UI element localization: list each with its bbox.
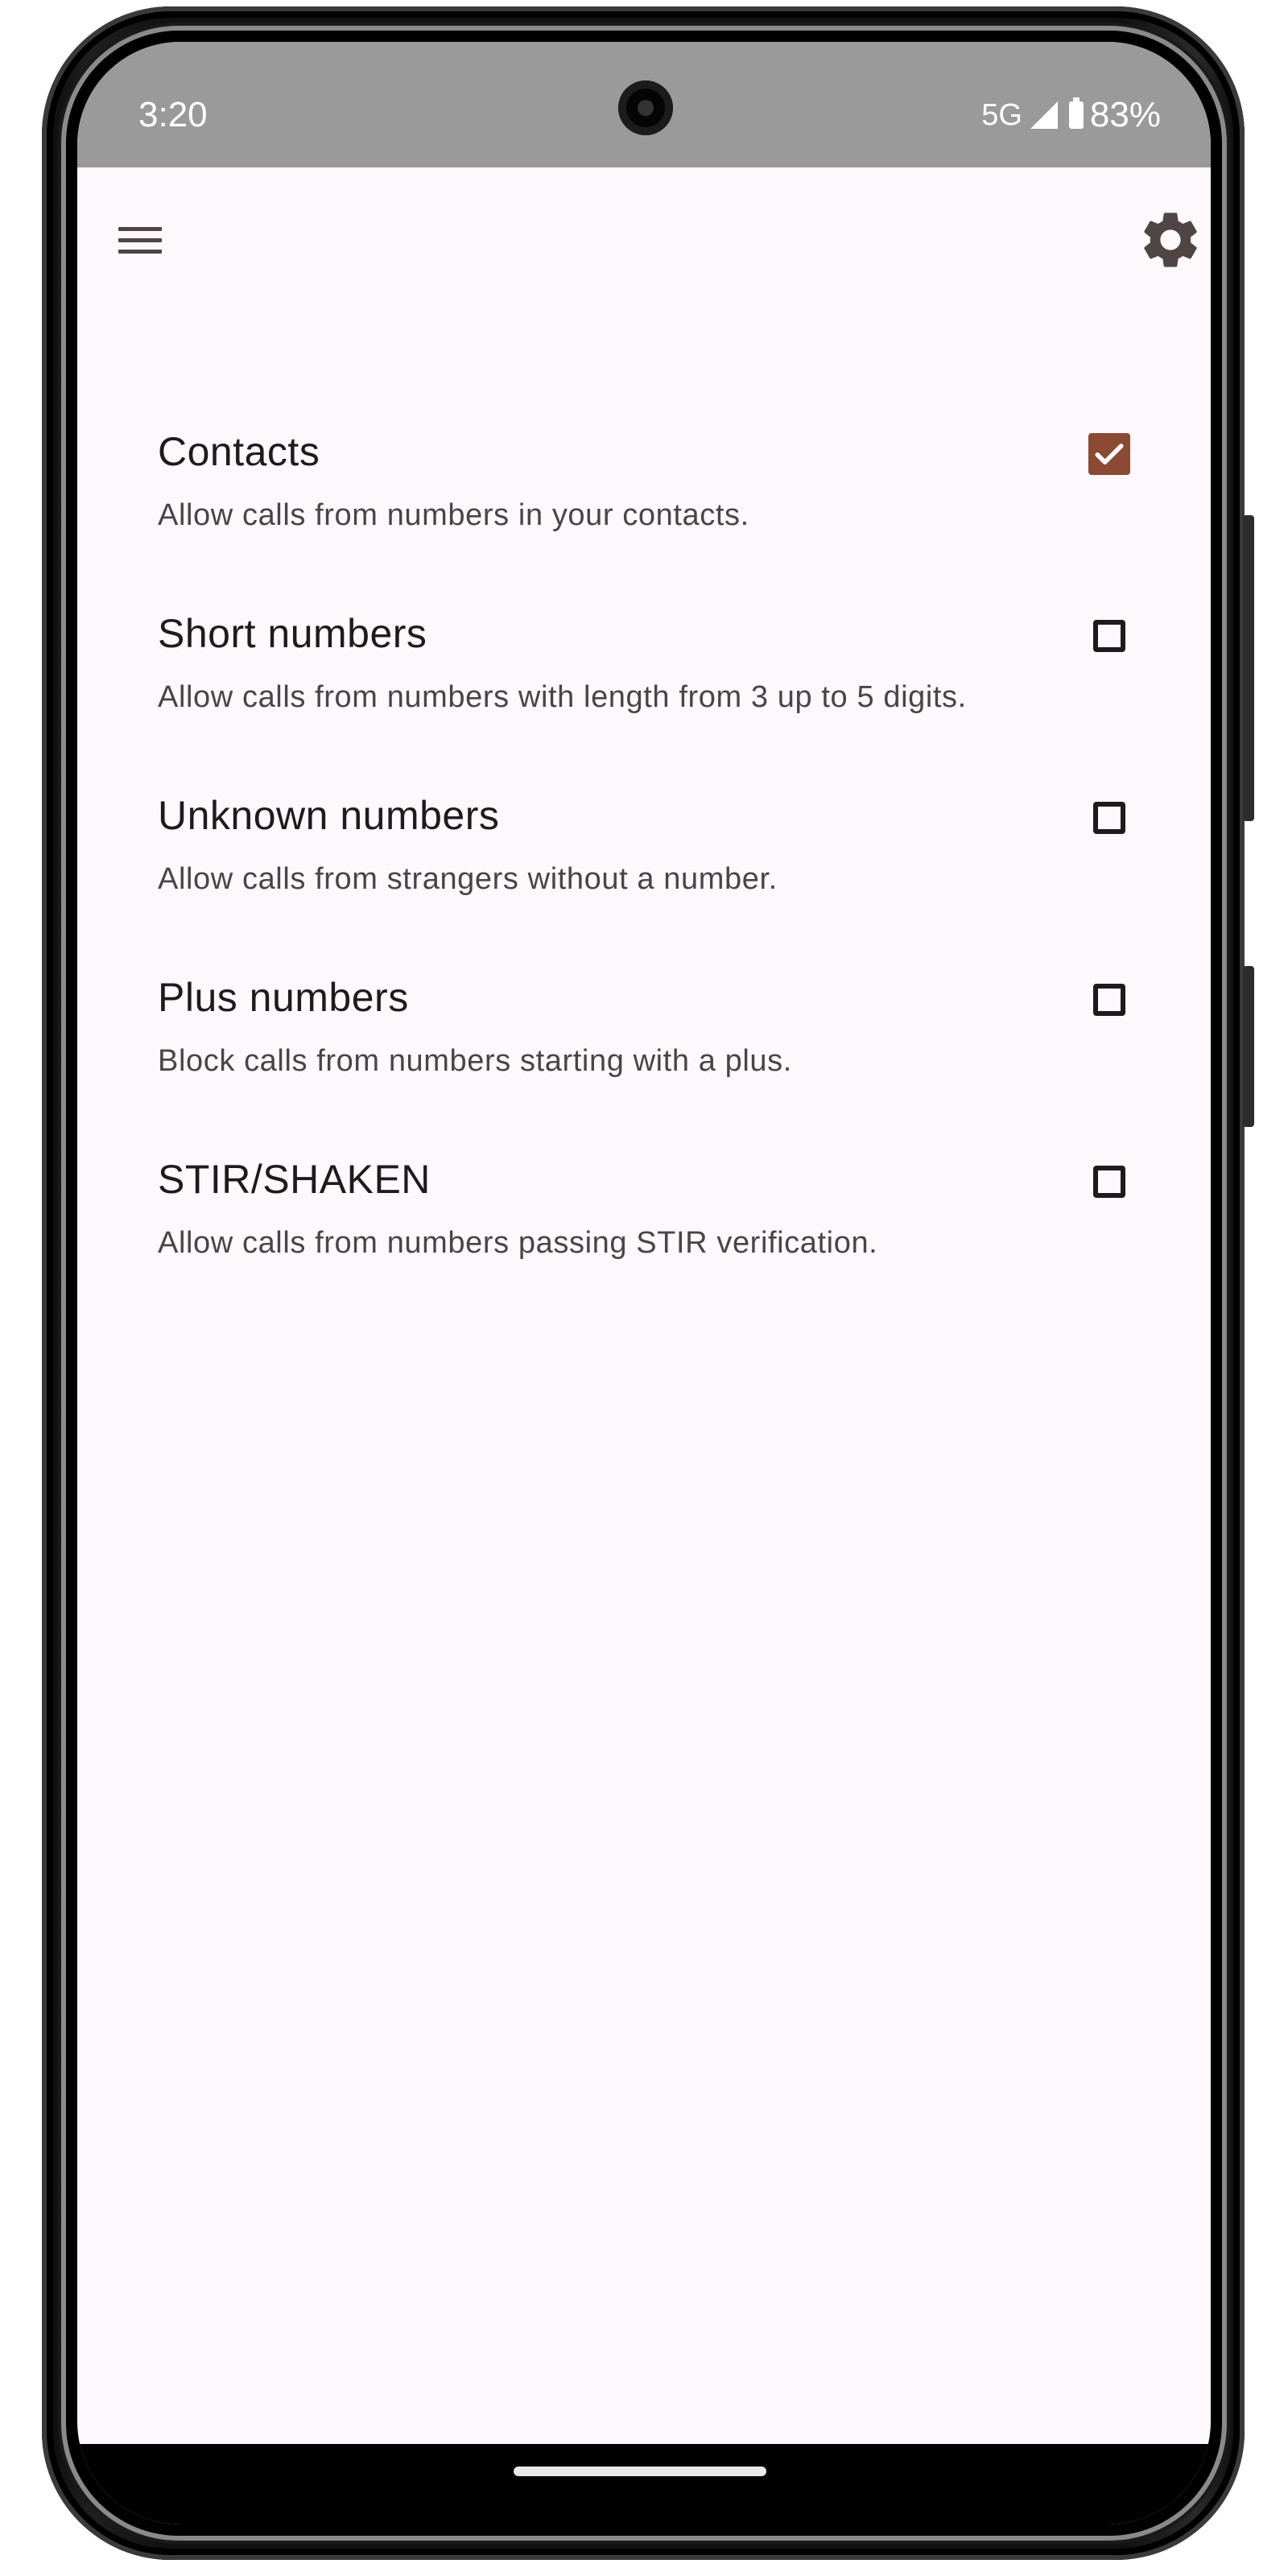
contacts-checkbox[interactable] [1088,433,1130,475]
setting-title: Plus numbers [158,975,409,1020]
setting-title: Unknown numbers [158,793,500,838]
setting-title: STIR/SHAKEN [158,1157,431,1202]
network-type: 5G [981,97,1022,132]
status-bar: 3:20 5G 83% [77,42,1211,167]
plus-numbers-checkbox[interactable] [1093,984,1125,1016]
check-icon [1095,444,1124,464]
front-camera [618,80,673,135]
setting-plus-numbers[interactable]: Plus numbers Block calls from numbers st… [77,942,1211,1124]
status-icons: 5G 83% [981,95,1161,135]
volume-button [1243,515,1254,821]
hamburger-menu-icon[interactable] [109,209,171,270]
setting-description: Allow calls from numbers in your contact… [158,498,749,532]
top-app-bar [77,167,1211,312]
setting-title: Short numbers [158,611,427,656]
unknown-numbers-checkbox[interactable] [1093,802,1125,834]
gesture-handle[interactable] [514,2467,766,2476]
setting-description: Allow calls from strangers without a num… [158,862,778,896]
power-button [1243,966,1254,1127]
setting-description: Allow calls from numbers with length fro… [158,680,967,714]
battery-percent: 83% [1089,95,1161,134]
setting-stir-shaken[interactable]: STIR/SHAKEN Allow calls from numbers pas… [77,1124,1211,1306]
settings-list: Contacts Allow calls from numbers in you… [77,396,1211,1306]
setting-short-numbers[interactable]: Short numbers Allow calls from numbers w… [77,578,1211,760]
menu-line [118,249,162,254]
gear-icon-graphic [1144,213,1197,267]
setting-description: Allow calls from numbers passing STIR ve… [158,1226,878,1260]
menu-line [118,237,162,242]
gear-icon[interactable] [1137,206,1204,274]
navigation-bar [77,2444,1211,2524]
screen: 3:20 5G 83% Contacts Allow calls from nu… [77,42,1211,2524]
battery-charging-icon [1068,97,1084,129]
status-time: 3:20 [138,95,208,134]
menu-line [118,226,162,231]
short-numbers-checkbox[interactable] [1093,620,1125,652]
setting-title: Contacts [158,429,320,474]
setting-contacts[interactable]: Contacts Allow calls from numbers in you… [77,396,1211,578]
signal-icon [1030,101,1058,129]
setting-description: Block calls from numbers starting with a… [158,1044,792,1078]
setting-unknown-numbers[interactable]: Unknown numbers Allow calls from strange… [77,760,1211,942]
stir-shaken-checkbox[interactable] [1093,1166,1125,1198]
